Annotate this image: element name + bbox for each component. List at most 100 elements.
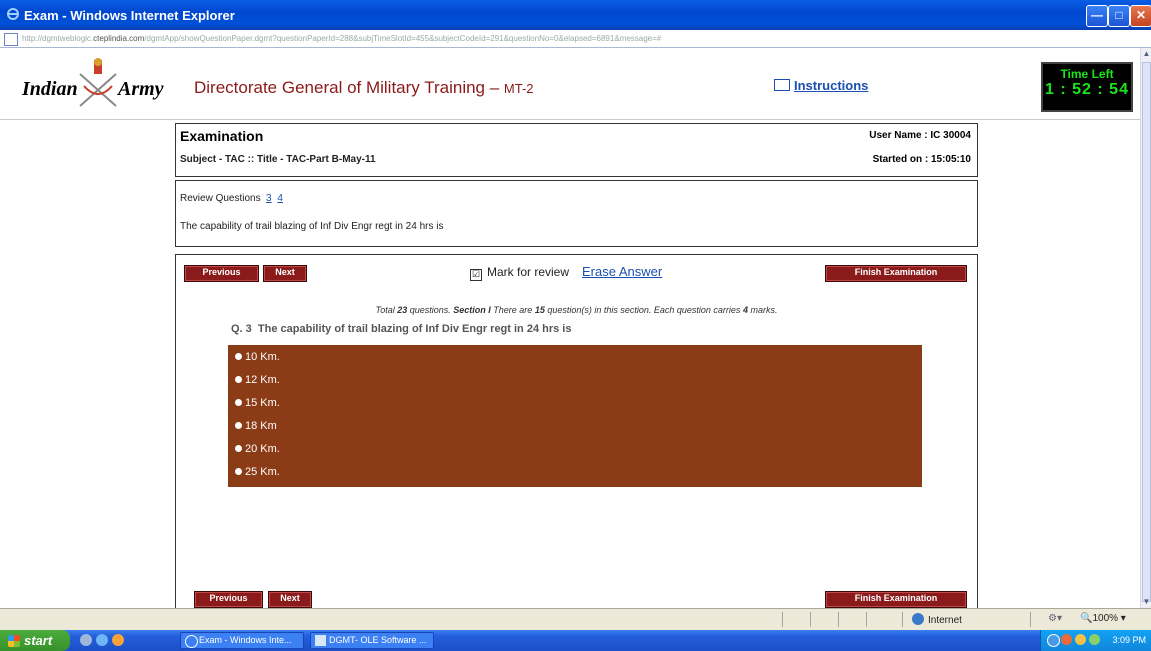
quicklaunch-ie-icon[interactable] bbox=[96, 634, 108, 646]
option-2[interactable]: 12 Km. bbox=[235, 374, 280, 386]
review-box: Review Questions 3 4 The capability of t… bbox=[175, 180, 978, 247]
instructions-label: Instructions bbox=[794, 78, 869, 93]
protected-mode-icon[interactable]: ⚙▾ bbox=[1048, 613, 1062, 624]
zoom-level[interactable]: 🔍100% ▾ bbox=[1080, 613, 1126, 624]
finish-examination-button-top[interactable]: Finish Examination bbox=[825, 265, 967, 282]
option-label: 25 Km. bbox=[245, 466, 280, 478]
mark-review-checkbox[interactable]: ☑ bbox=[470, 269, 482, 281]
info-count: 15 bbox=[534, 305, 545, 315]
indian-army-logo: Indian Army bbox=[22, 58, 172, 110]
status-bar: Internet ⚙▾ 🔍100% ▾ bbox=[0, 608, 1151, 630]
info-text-3: There are bbox=[490, 305, 535, 315]
security-zone: Internet bbox=[912, 613, 962, 626]
info-section: Section I bbox=[453, 305, 491, 315]
army-emblem-icon bbox=[79, 58, 117, 107]
info-text-2: questions. bbox=[407, 305, 454, 315]
next-button-top[interactable]: Next bbox=[263, 265, 307, 282]
option-4[interactable]: 18 Km bbox=[235, 420, 277, 432]
page-header: Indian Army Directorate General of Milit… bbox=[0, 48, 1140, 120]
ie-icon bbox=[7, 8, 19, 20]
answer-options: 10 Km. 12 Km. 15 Km. 18 Km 20 Km. 25 Km. bbox=[228, 345, 922, 487]
mark-for-review[interactable]: ☑ Mark for review bbox=[470, 265, 569, 281]
logo-word-army: Army bbox=[118, 78, 164, 100]
option-label: 18 Km bbox=[245, 420, 277, 432]
radio-icon[interactable] bbox=[235, 468, 242, 475]
ie-icon bbox=[185, 635, 198, 648]
start-button[interactable]: start bbox=[0, 630, 70, 651]
radio-icon[interactable] bbox=[235, 353, 242, 360]
close-button[interactable]: ✕ bbox=[1130, 5, 1151, 27]
update-icon[interactable] bbox=[1089, 634, 1100, 645]
info-text-4: question(s) in this section. Each questi… bbox=[544, 305, 743, 315]
window-title: Exam - Windows Internet Explorer bbox=[24, 8, 235, 23]
option-label: 10 Km. bbox=[245, 351, 280, 363]
org-name: Directorate General of Military Training… bbox=[194, 78, 500, 97]
radio-icon[interactable] bbox=[235, 422, 242, 429]
option-label: 20 Km. bbox=[245, 443, 280, 455]
time-left-value: 1 : 52 : 54 bbox=[1045, 81, 1129, 98]
previous-button-bottom[interactable]: Previous bbox=[194, 591, 263, 608]
question-number: Q. 3 bbox=[231, 323, 252, 335]
start-label: start bbox=[24, 633, 53, 648]
volume-icon[interactable] bbox=[1075, 634, 1086, 645]
option-3[interactable]: 15 Km. bbox=[235, 397, 280, 409]
address-prefix: http://dgmtweblogic. bbox=[22, 34, 94, 43]
time-left-display: Time Left 1 : 52 : 54 bbox=[1041, 62, 1133, 112]
question-line: Q. 3 The capability of trail blazing of … bbox=[228, 320, 925, 340]
status-divider bbox=[810, 612, 811, 627]
scroll-up-icon[interactable]: ▲ bbox=[1141, 48, 1151, 60]
org-suffix: MT-2 bbox=[503, 81, 534, 96]
exam-heading: Examination bbox=[180, 128, 264, 144]
radio-icon[interactable] bbox=[235, 445, 242, 452]
option-5[interactable]: 20 Km. bbox=[235, 443, 280, 455]
user-name: User Name : IC 30004 bbox=[869, 130, 971, 141]
info-text-1: Total bbox=[375, 305, 398, 315]
zone-label: Internet bbox=[928, 615, 962, 626]
maximize-button[interactable]: □ bbox=[1108, 5, 1130, 27]
vertical-scrollbar[interactable]: ▲ ▼ bbox=[1140, 48, 1151, 608]
next-button-bottom[interactable]: Next bbox=[268, 591, 312, 608]
system-tray: 3:09 PM bbox=[1040, 630, 1151, 651]
review-link-3[interactable]: 3 bbox=[266, 193, 272, 204]
info-text-5: marks. bbox=[747, 305, 778, 315]
status-divider bbox=[866, 612, 867, 627]
page-icon bbox=[4, 33, 18, 46]
review-question-text: The capability of trail blazing of Inf D… bbox=[180, 221, 444, 232]
quicklaunch-desktop-icon[interactable] bbox=[80, 634, 92, 646]
status-divider bbox=[782, 612, 783, 627]
radio-icon[interactable] bbox=[235, 376, 242, 383]
address-bar[interactable]: http://dgmtweblogic.cteplindia.com/dgmtA… bbox=[0, 30, 1151, 48]
radio-icon[interactable] bbox=[235, 399, 242, 406]
security-icon[interactable] bbox=[1061, 634, 1072, 645]
network-icon[interactable] bbox=[1047, 634, 1060, 647]
finish-examination-button-bottom[interactable]: Finish Examination bbox=[825, 591, 967, 608]
minimize-button[interactable]: — bbox=[1086, 5, 1108, 27]
mark-review-label: Mark for review bbox=[487, 265, 570, 279]
status-divider bbox=[902, 612, 903, 627]
quicklaunch-media-icon[interactable] bbox=[112, 634, 124, 646]
taskbar-item-label: DGMT- OLE Software ... bbox=[329, 635, 427, 645]
taskbar-item-exam[interactable]: Exam - Windows Inte... bbox=[180, 632, 304, 649]
status-divider bbox=[1030, 612, 1031, 627]
option-1[interactable]: 10 Km. bbox=[235, 351, 280, 363]
windows-logo-icon bbox=[8, 635, 20, 647]
tray-clock: 3:09 PM bbox=[1112, 635, 1146, 645]
logo-word-indian: Indian bbox=[22, 78, 78, 100]
option-6[interactable]: 25 Km. bbox=[235, 466, 280, 478]
erase-answer-link[interactable]: Erase Answer bbox=[582, 264, 662, 279]
exam-subject: Subject - TAC :: Title - TAC-Part B-May-… bbox=[180, 154, 376, 165]
review-questions-label: Review Questions bbox=[180, 193, 261, 204]
previous-button-top[interactable]: Previous bbox=[184, 265, 259, 282]
document-icon bbox=[315, 635, 326, 646]
review-link-4[interactable]: 4 bbox=[277, 193, 283, 204]
status-divider bbox=[838, 612, 839, 627]
instructions-link[interactable]: Instructions bbox=[774, 78, 868, 93]
scroll-down-icon[interactable]: ▼ bbox=[1141, 596, 1151, 608]
book-icon bbox=[774, 79, 790, 91]
window-title-bar[interactable]: Exam - Windows Internet Explorer — □ ✕ bbox=[0, 0, 1151, 30]
page-viewport: Indian Army Directorate General of Milit… bbox=[0, 48, 1140, 608]
scrollbar-thumb[interactable] bbox=[1142, 62, 1151, 602]
section-info: Total 23 questions. Section I There are … bbox=[176, 305, 977, 315]
taskbar-item-dgmt[interactable]: DGMT- OLE Software ... bbox=[310, 632, 434, 649]
info-total: 23 bbox=[397, 305, 408, 315]
